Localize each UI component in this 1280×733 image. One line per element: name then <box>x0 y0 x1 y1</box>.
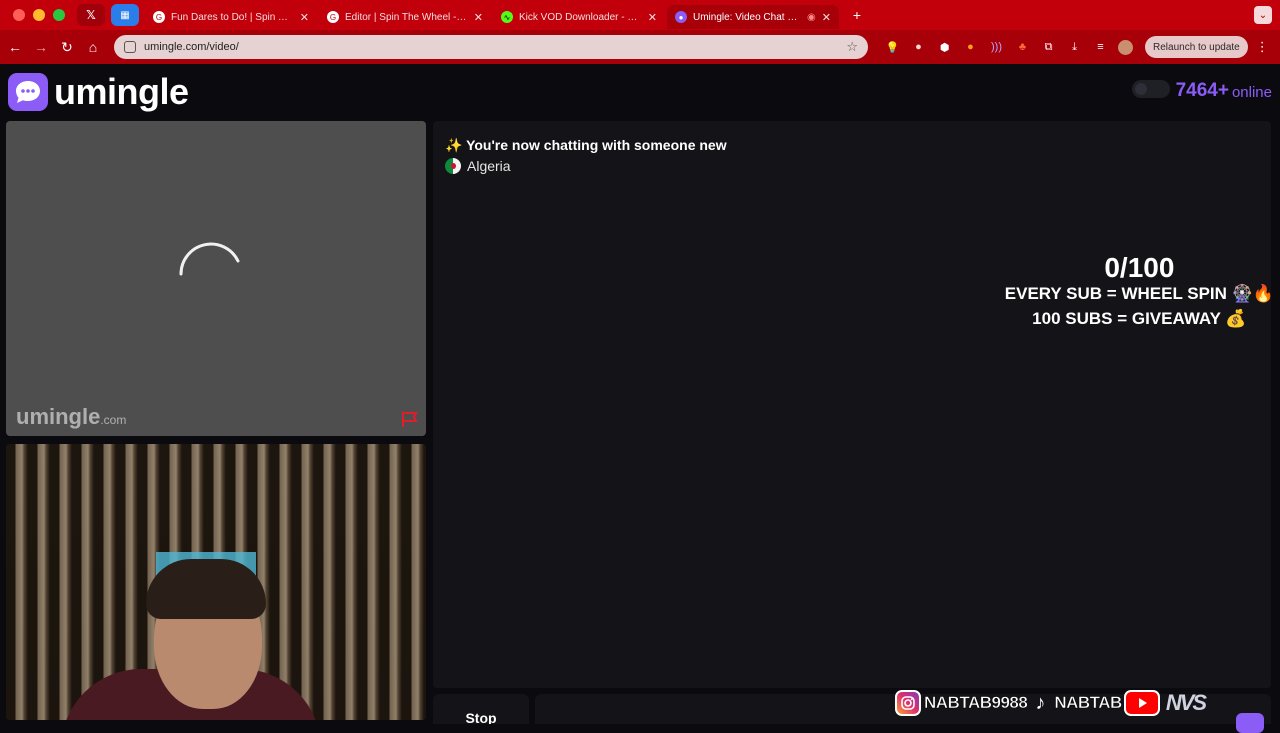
extension-red-icon[interactable]: ● <box>910 39 927 56</box>
umingle-icon: ● <box>675 11 687 23</box>
chat-panel: ✨ You're now chatting with someone new A… <box>433 121 1271 688</box>
stream-goal-overlay: 0/100 EVERY SUB = WHEEL SPIN 🎡🔥 100 SUBS… <box>1005 253 1274 331</box>
close-tab-icon[interactable]: ✕ <box>822 11 831 24</box>
google-icon: G <box>153 11 165 23</box>
chevron-down-icon: ⌄ <box>1258 9 1268 21</box>
pinned-tab-app[interactable]: ▦ <box>111 4 139 26</box>
close-window-button[interactable] <box>13 9 25 21</box>
country-name: Algeria <box>467 158 511 174</box>
browser-tab-active[interactable]: ● Umingle: Video Chat with ◉ ✕ <box>667 5 839 29</box>
tab-title: Umingle: Video Chat with <box>693 11 804 23</box>
media-controls-icon[interactable]: ≡ <box>1092 39 1109 56</box>
chat-bubble-icon <box>8 73 48 111</box>
loading-spinner-icon <box>179 242 240 276</box>
tiktok-icon: ♪ <box>1035 691 1046 714</box>
social-handles-overlay: NABTAB9988 ♪ NABTAB NVS <box>895 688 1207 718</box>
maximize-window-button[interactable] <box>53 9 65 21</box>
online-label: online <box>1231 84 1272 101</box>
stranger-video-pane: umingle.com <box>6 121 426 436</box>
browser-tab[interactable]: ∿ Kick VOD Downloader - Strea ✕ <box>493 5 665 29</box>
arrow-right-icon: → <box>34 39 48 55</box>
theme-toggle[interactable] <box>1131 80 1170 98</box>
recording-icon: ◉ <box>807 11 816 23</box>
tab-title: Fun Dares to Do! | Spin The W <box>171 11 294 23</box>
extensions-puzzle-icon[interactable]: ⧉ <box>1040 39 1057 56</box>
extension-badge-icon[interactable]: ⬢ <box>936 39 953 56</box>
kick-icon: ∿ <box>501 11 513 23</box>
home-button[interactable]: ⌂ <box>80 34 106 60</box>
instagram-handle: NABTAB9988 <box>924 693 1028 713</box>
home-icon: ⌂ <box>88 39 98 55</box>
download-icon[interactable]: ⤓ <box>1066 39 1083 56</box>
instagram-icon <box>895 690 921 716</box>
back-button[interactable]: ← <box>2 34 28 60</box>
new-tab-button[interactable]: + <box>847 5 867 25</box>
umingle-watermark: umingle.com <box>16 404 126 430</box>
reload-button[interactable]: ↻ <box>54 34 80 60</box>
chat-status-message: ✨ You're now chatting with someone new <box>445 137 727 153</box>
close-tab-icon[interactable]: ✕ <box>474 11 483 24</box>
umingle-logo[interactable]: umingle <box>8 73 189 111</box>
browser-tab-strip: 𝕏 ▦ G Fun Dares to Do! | Spin The W ✕ G … <box>0 0 1280 30</box>
extension-bulb-icon[interactable]: 💡 <box>884 39 901 56</box>
browser-menu-icon[interactable]: ⋮ <box>1256 39 1269 55</box>
extension-wave-icon[interactable]: ))) <box>988 39 1005 56</box>
browser-tab[interactable]: G Editor | Spin The Wheel - Ran ✕ <box>319 5 491 29</box>
tab-title: Kick VOD Downloader - Strea <box>519 11 642 23</box>
app-icon: ▦ <box>120 9 130 21</box>
plus-icon: + <box>852 7 862 23</box>
pinned-tab-x[interactable]: 𝕏 <box>77 4 105 26</box>
online-indicator: 7464+ online <box>1131 80 1272 101</box>
browser-tab[interactable]: G Fun Dares to Do! | Spin The W ✕ <box>145 5 317 29</box>
extension-orange-icon[interactable]: ● <box>962 39 979 56</box>
youtube-icon <box>1123 690 1160 716</box>
browser-toolbar: ← → ↻ ⌂ umingle.com/video/ ☆ 💡 ● ⬢ ● )))… <box>0 30 1280 64</box>
tiktok-handle: NABTAB <box>1054 693 1123 713</box>
close-tab-icon[interactable]: ✕ <box>300 11 309 24</box>
minimize-window-button[interactable] <box>33 9 45 21</box>
bookmark-star-icon[interactable]: ☆ <box>846 39 858 55</box>
profile-avatar-icon[interactable] <box>1118 39 1133 55</box>
address-bar[interactable]: umingle.com/video/ ☆ <box>114 35 868 59</box>
forward-button[interactable]: → <box>28 34 54 60</box>
streamer-logo: NVS <box>1165 690 1207 715</box>
sub-goal-line-1: EVERY SUB = WHEEL SPIN 🎡🔥 <box>1004 284 1274 304</box>
site-info-icon[interactable] <box>124 41 136 53</box>
window-controls <box>13 9 65 21</box>
watermark-text: umingle <box>16 404 101 429</box>
send-button[interactable] <box>1236 713 1264 733</box>
reload-icon: ↻ <box>61 38 73 55</box>
close-tab-icon[interactable]: ✕ <box>648 11 657 24</box>
tab-search-button[interactable]: ⌄ <box>1254 6 1272 24</box>
report-flag-icon[interactable] <box>400 410 420 428</box>
watermark-suffix: .com <box>100 413 127 427</box>
x-logo-icon: 𝕏 <box>86 8 96 22</box>
sub-goal-line-2: 100 SUBS = GIVEAWAY 💰 <box>1032 308 1247 328</box>
stranger-country: Algeria <box>445 158 511 174</box>
camera-person-hair <box>146 559 266 619</box>
brand-name: umingle <box>54 71 189 112</box>
arrow-left-icon: ← <box>8 39 22 55</box>
extension-flame-icon[interactable]: ♣ <box>1014 39 1031 56</box>
relaunch-button[interactable]: Relaunch to update <box>1145 36 1248 58</box>
tab-title: Editor | Spin The Wheel - Ran <box>345 11 468 23</box>
extensions-bar: 💡 ● ⬢ ● ))) ♣ ⧉ ⤓ ≡ <box>884 39 1133 56</box>
algeria-flag-icon <box>445 158 461 174</box>
google-icon: G <box>327 11 339 23</box>
sub-goal-count: 0/100 <box>1104 252 1175 283</box>
url-text[interactable]: umingle.com/video/ <box>144 41 846 53</box>
online-count: 7464+ <box>1175 80 1229 101</box>
stop-button-label: Stop <box>465 710 497 724</box>
self-camera-feed <box>6 444 426 720</box>
